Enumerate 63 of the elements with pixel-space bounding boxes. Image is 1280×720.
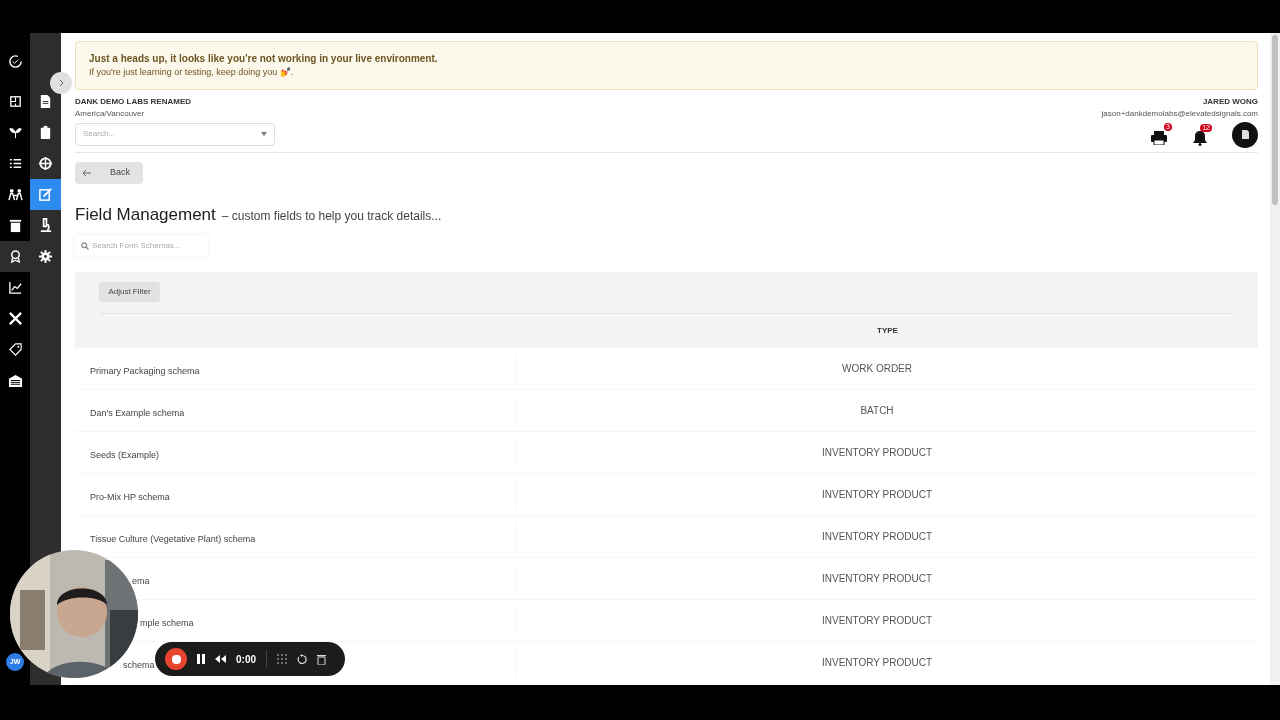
document-icon xyxy=(38,94,53,109)
document-icon xyxy=(1241,130,1249,139)
table-cell: ema xyxy=(132,575,150,586)
timezone-label: America/Vancouver xyxy=(75,107,146,120)
table-cell-text: WORK ORDER xyxy=(841,362,913,376)
plant-icon xyxy=(7,125,23,140)
table-cell-text: INVENTORY PRODUCT xyxy=(821,530,933,544)
table-cell-text: BATCH xyxy=(859,404,895,418)
people-icon xyxy=(7,187,23,202)
page-subtitle: – custom fields to help you track details... xyxy=(221,207,442,225)
table-cell: Tissue Culture (Vegetative Plant) schema xyxy=(90,533,256,544)
trash-icon xyxy=(7,218,23,233)
adjust-filter-button[interactable]: Adjust Filter xyxy=(99,282,160,302)
table-cell: Seeds (Example) xyxy=(90,449,160,460)
table-cell: schema xyxy=(123,659,155,670)
table-cell: mple schema xyxy=(140,617,194,628)
back-button[interactable]: Back xyxy=(75,161,143,184)
pause-icon[interactable] xyxy=(197,654,205,664)
restart-icon[interactable] xyxy=(297,654,307,664)
document-button[interactable] xyxy=(1232,121,1258,148)
warehouse-icon xyxy=(7,373,23,388)
refresh-check-icon xyxy=(7,54,23,69)
printer-icon xyxy=(1151,130,1167,145)
sidebar-item[interactable] xyxy=(0,241,30,272)
table-cell: Dan's Example schema xyxy=(90,407,185,418)
edit-icon xyxy=(38,187,53,202)
arrow-left-icon xyxy=(82,168,91,177)
crosshair-icon xyxy=(38,156,53,171)
company-name: DANK DEMO LABS RENAMED xyxy=(75,95,192,108)
table-cell-text: INVENTORY PRODUCT xyxy=(821,446,933,460)
location-dropdown[interactable]: Search... xyxy=(75,122,275,146)
user-name: JARED WONG xyxy=(1202,95,1258,108)
location-search-input[interactable]: Search... xyxy=(83,128,233,140)
clipboard-icon xyxy=(38,125,53,140)
bell-icon xyxy=(1193,130,1207,146)
schema-search-field[interactable]: Search Form Schemas... xyxy=(75,235,208,257)
scrollbar-thumb[interactable] xyxy=(1272,35,1278,205)
table-cell: Primary Packaging schema xyxy=(90,365,200,376)
table-cell: Pro-Mix HP schema xyxy=(90,491,170,502)
stop-button[interactable] xyxy=(165,648,187,670)
page-title: Field Management xyxy=(75,203,216,226)
floor-plan-icon xyxy=(7,94,23,109)
caret-icon xyxy=(261,132,267,136)
grid-icon[interactable] xyxy=(277,654,287,664)
table-cell-text: INVENTORY PRODUCT xyxy=(821,656,933,670)
recording-time: 0:00 xyxy=(236,652,256,667)
rewind-icon[interactable] xyxy=(215,655,226,663)
tag-icon xyxy=(7,342,23,357)
table-cell-text: INVENTORY PRODUCT xyxy=(821,488,933,502)
gear-icon xyxy=(38,249,53,264)
user-email: jason+dankdemolabs@elevatedsignals.com xyxy=(1101,107,1258,120)
notice-title: Just a heads up, it looks like you're not working in your live environment. xyxy=(89,52,439,66)
schema-search-input[interactable]: Search Form Schemas... xyxy=(92,240,202,252)
table-cell-text: INVENTORY PRODUCT xyxy=(821,614,933,628)
microscope-icon xyxy=(38,218,53,233)
search-icon xyxy=(81,242,89,250)
line-chart-icon xyxy=(7,280,23,295)
checklist-icon xyxy=(7,156,23,171)
notice-message: If you're just learning or testing, keep doing you 💅. xyxy=(89,66,295,79)
column-header: TYPE xyxy=(876,325,899,337)
trash-icon[interactable] xyxy=(317,653,326,665)
table-cell-text: INVENTORY PRODUCT xyxy=(821,572,933,586)
chevron-right-icon xyxy=(58,79,64,87)
